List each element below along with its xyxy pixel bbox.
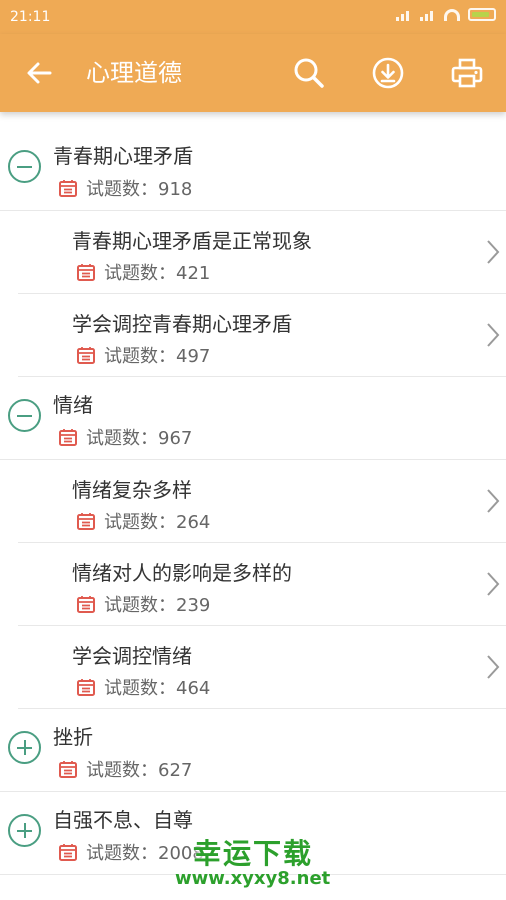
question-count: 试题数：918 [58, 175, 192, 201]
question-count-label: 试题数：967 [86, 428, 193, 449]
calendar-icon [77, 596, 95, 613]
collapse-icon[interactable] [8, 399, 41, 432]
calendar-icon [77, 347, 95, 364]
question-count: 试题数：967 [58, 424, 192, 450]
search-icon[interactable] [292, 56, 326, 90]
signal-icon [396, 9, 412, 21]
chevron-right-icon [487, 655, 500, 679]
item-title: 情绪复杂多样 [72, 478, 192, 502]
group-row[interactable]: 青春期心理矛盾 试题数：918 [0, 128, 506, 211]
site-watermark: 幸运下载 www.xyxy8.net [175, 832, 335, 892]
watermark-url: www.xyxy8.net [175, 868, 331, 889]
watermark-brand: 幸运下载 [193, 837, 314, 870]
calendar-icon [59, 761, 77, 778]
list-item[interactable]: 青春期心理矛盾是正常现象 试题数：421 [18, 211, 506, 294]
print-icon[interactable] [450, 56, 484, 90]
calendar-icon [59, 844, 77, 861]
group-row[interactable]: 挫折 试题数：627 [0, 709, 506, 792]
page-title: 心理道德 [86, 59, 182, 87]
signal-icon [420, 9, 436, 21]
question-count: 试题数：421 [76, 259, 210, 285]
question-count-label: 试题数：918 [86, 179, 193, 200]
question-count-label: 试题数：497 [104, 346, 211, 367]
wifi-icon [444, 8, 460, 21]
question-count-label: 试题数：627 [86, 760, 193, 781]
question-count-label: 试题数：464 [104, 678, 211, 699]
chevron-right-icon [487, 240, 500, 264]
question-count: 试题数：264 [76, 508, 210, 534]
item-title: 学会调控青春期心理矛盾 [72, 312, 292, 336]
item-title: 学会调控情绪 [72, 644, 192, 668]
battery-icon [468, 8, 496, 21]
question-count-label: 试题数：264 [104, 512, 211, 533]
expand-icon[interactable] [8, 731, 41, 764]
group-row[interactable]: 情绪 试题数：967 [0, 377, 506, 460]
group-title: 青春期心理矛盾 [53, 144, 193, 168]
question-count: 试题数：627 [58, 756, 192, 782]
question-count: 试题数：239 [76, 591, 210, 617]
calendar-icon [59, 429, 77, 446]
app-toolbar: 心理道德 [0, 34, 506, 112]
back-arrow-icon[interactable] [24, 58, 54, 88]
list-item[interactable]: 学会调控情绪 试题数：464 [18, 626, 506, 709]
question-count-label: 试题数：239 [104, 595, 211, 616]
group-title: 挫折 [53, 725, 93, 749]
list-item[interactable]: 情绪复杂多样 试题数：264 [18, 460, 506, 543]
chevron-right-icon [487, 572, 500, 596]
status-time: 21:11 [10, 9, 51, 25]
list-item[interactable]: 情绪对人的影响是多样的 试题数：239 [18, 543, 506, 626]
topic-list: 青春期心理矛盾 试题数：918 青春期心理矛盾是正常现象 试题数：421 学会调… [0, 128, 506, 875]
status-icons [396, 8, 496, 21]
question-count-label: 试题数：421 [104, 263, 211, 284]
item-title: 情绪对人的影响是多样的 [72, 561, 292, 585]
item-title: 青春期心理矛盾是正常现象 [72, 229, 312, 253]
group-title: 自强不息、自尊 [53, 808, 193, 832]
chevron-right-icon [487, 323, 500, 347]
status-bar: 21:11 [0, 0, 506, 34]
calendar-icon [77, 679, 95, 696]
chevron-right-icon [487, 489, 500, 513]
download-icon[interactable] [371, 56, 405, 90]
question-count: 试题数：497 [76, 342, 210, 368]
calendar-icon [77, 264, 95, 281]
list-item[interactable]: 学会调控青春期心理矛盾 试题数：497 [18, 294, 506, 377]
expand-icon[interactable] [8, 814, 41, 847]
calendar-icon [59, 180, 77, 197]
question-count: 试题数：464 [76, 674, 210, 700]
collapse-icon[interactable] [8, 150, 41, 183]
calendar-icon [77, 513, 95, 530]
group-title: 情绪 [53, 393, 93, 417]
